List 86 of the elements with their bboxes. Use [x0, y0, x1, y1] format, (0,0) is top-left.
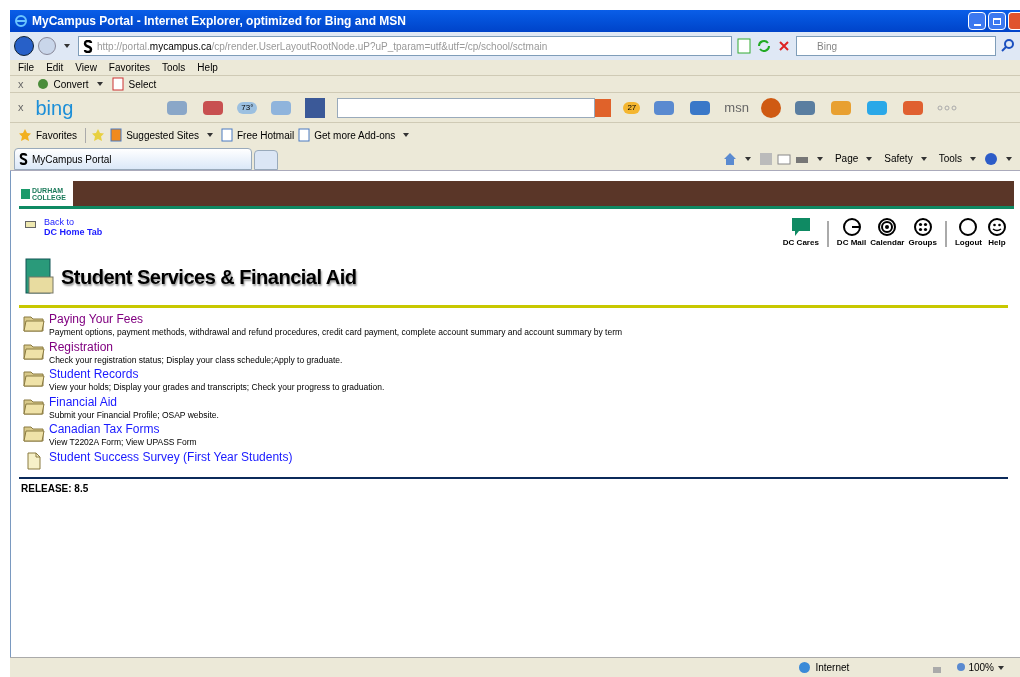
folder-icon	[23, 314, 45, 332]
security-zone: Internet	[815, 661, 850, 675]
portal-nav-link[interactable]: Groups	[906, 217, 939, 249]
service-link[interactable]: Student Records	[49, 367, 385, 381]
portal-nav-link[interactable]: DC Mail	[834, 217, 869, 249]
favorites-link[interactable]: Get more Add-ons	[314, 127, 396, 143]
new-tab-button[interactable]	[254, 150, 278, 170]
dropdown-caret-icon[interactable]	[1006, 156, 1012, 161]
speech-bubble-icon	[789, 217, 812, 237]
dropdown-caret-icon[interactable]	[403, 133, 410, 137]
dropdown-caret-icon[interactable]	[866, 156, 873, 161]
file-cabinet-icon	[23, 257, 57, 297]
select-button[interactable]: Select	[128, 76, 157, 92]
smiley-icon	[986, 217, 1008, 237]
service-description: Payment options, payment methods, withdrawal and refund procedures, credit card payment, complete account summary and account summary by term	[49, 326, 623, 338]
service-link[interactable]: Paying Your Fees	[49, 312, 623, 326]
menu-item[interactable]: File	[18, 60, 35, 75]
back-link[interactable]: Back to DC Home Tab	[44, 217, 103, 237]
service-description: View T2202A Form; View UPASS Form	[49, 436, 197, 448]
weather-badge[interactable]: 73°	[237, 101, 258, 114]
favorites-link[interactable]: Suggested Sites	[126, 127, 199, 143]
portal-nav-link[interactable]: Logout	[952, 217, 984, 249]
four-dots-icon	[911, 217, 934, 237]
dropdown-caret-icon[interactable]	[816, 156, 823, 161]
release-version: RELEASE: 8.5	[21, 482, 90, 496]
menu-item[interactable]: Favorites	[108, 60, 150, 75]
toolbar-close-button[interactable]: x	[18, 75, 24, 93]
browser-tab[interactable]: MyCampus Portal	[14, 148, 252, 170]
target-icon	[876, 217, 899, 237]
sun-badge[interactable]: 27	[623, 101, 641, 114]
folder-icon	[23, 396, 45, 415]
dropdown-caret-icon[interactable]	[744, 156, 751, 161]
address-field[interactable]: http://portal.mycampus.ca/cp/render.UserLayoutRootNode.uP?uP_tparam=utf&utf=/cp/school/sctmain	[78, 36, 732, 56]
bing-logo: bing	[35, 97, 74, 118]
dropdown-caret-icon[interactable]	[64, 44, 70, 48]
circle-icon	[957, 217, 980, 237]
restore-button[interactable]	[988, 12, 1006, 30]
page-heading: Student Services & Financial Aid	[61, 265, 357, 290]
site-logo-icon	[19, 153, 28, 165]
address-url: http://portal.mycampus.ca/cp/render.UserLayoutRootNode.uP?uP_tparam=utf&utf=/cp/school/sctmain	[97, 39, 548, 54]
portal-nav-link[interactable]: Calendar	[868, 217, 907, 249]
convert-button[interactable]: Convert	[53, 76, 89, 92]
portal-nav-link[interactable]: Help	[984, 217, 1010, 249]
service-description: Check your registration status; Display your class schedule;Apply to graduate.	[49, 354, 343, 366]
dropdown-caret-icon[interactable]	[206, 133, 213, 137]
folder-icon	[23, 369, 45, 387]
bing-search-field[interactable]	[337, 97, 596, 118]
service-link[interactable]: Canadian Tax Forms	[49, 422, 197, 436]
portal-nav-link[interactable]: DC Cares	[780, 217, 821, 249]
service-description: View your holds; Display your grades and transcripts; Check your progress to graduation.	[49, 381, 385, 393]
menu-item[interactable]: View	[75, 60, 97, 75]
toolbar-close-button[interactable]: x	[18, 99, 24, 116]
window-title: MyCampus Portal - Internet Explorer, optimized for Bing and MSN	[32, 13, 408, 30]
service-description: Submit your Financial Profile; OSAP website.	[49, 408, 219, 421]
close-button[interactable]	[1008, 12, 1020, 30]
menu-item[interactable]: Help	[197, 60, 218, 75]
folder-icon	[23, 424, 45, 442]
dropdown-caret-icon[interactable]	[970, 156, 976, 161]
zoom-level[interactable]: 100%	[968, 660, 994, 675]
command-menu[interactable]: Tools	[938, 151, 962, 166]
service-link[interactable]: Financial Aid	[49, 394, 219, 409]
minimize-button[interactable]	[968, 12, 986, 30]
search-field[interactable]: Bing	[796, 36, 996, 56]
command-menu[interactable]: Page	[834, 151, 859, 166]
site-logo-icon	[83, 39, 93, 53]
favorites-button[interactable]: Favorites	[36, 127, 87, 143]
menu-item[interactable]: Edit	[46, 60, 64, 75]
star-icon	[18, 128, 32, 142]
service-link[interactable]: Registration	[49, 339, 343, 354]
menu-item[interactable]: Tools	[162, 60, 186, 75]
dropdown-caret-icon[interactable]	[96, 82, 103, 86]
back-button[interactable]	[14, 36, 34, 56]
folder-icon	[23, 341, 45, 360]
search-button[interactable]	[595, 98, 612, 117]
command-menu[interactable]: Safety	[884, 151, 913, 166]
dropdown-caret-icon[interactable]	[920, 156, 927, 161]
refresh-icon[interactable]	[756, 38, 772, 54]
search-icon[interactable]	[1000, 38, 1016, 54]
circle-logo-icon[interactable]	[760, 97, 781, 118]
home-icon[interactable]	[722, 151, 737, 166]
msn-logo[interactable]: msn	[724, 97, 749, 118]
service-link[interactable]: Student Success Survey (First Year Students)	[49, 449, 293, 464]
forward-button[interactable]	[38, 37, 56, 55]
favorites-link[interactable]: Free Hotmail	[236, 127, 295, 143]
document-icon	[27, 451, 41, 470]
dropdown-caret-icon[interactable]	[998, 665, 1004, 670]
